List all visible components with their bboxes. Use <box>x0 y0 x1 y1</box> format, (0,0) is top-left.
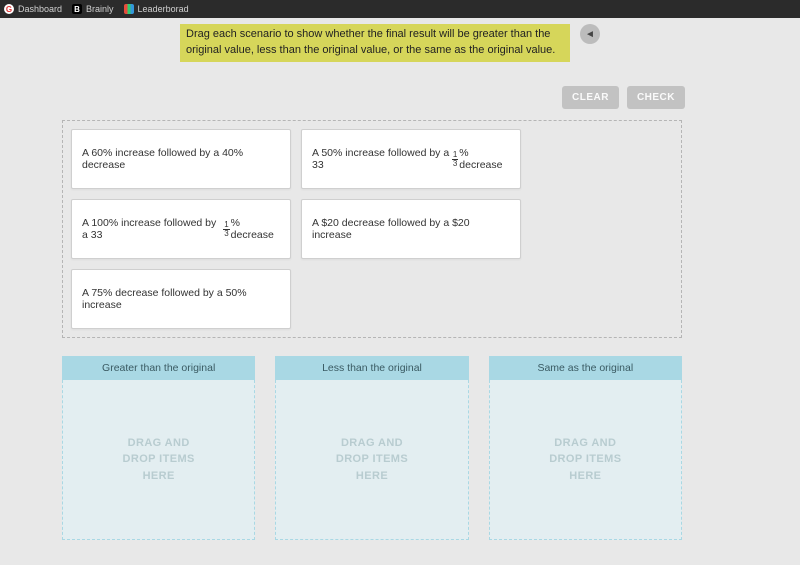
scenario-card[interactable]: A 60% increase followed by a 40% decreas… <box>71 129 291 189</box>
drop-zone-greater[interactable]: DRAG ANDDROP ITEMSHERE <box>62 380 255 540</box>
scenario-card[interactable]: A 75% decrease followed by a 50% increas… <box>71 269 291 329</box>
instructions-wrap: Drag each scenario to show whether the f… <box>180 24 570 62</box>
bookmark-brainly[interactable]: B Brainly <box>72 4 114 14</box>
b-icon: B <box>72 4 82 14</box>
bookmark-dashboard[interactable]: G Dashboard <box>4 4 62 14</box>
drop-zone-less[interactable]: DRAG ANDDROP ITEMSHERE <box>275 380 468 540</box>
clear-button[interactable]: CLEAR <box>562 86 619 109</box>
drop-column-same: Same as the original DRAG ANDDROP ITEMSH… <box>489 356 682 540</box>
scenario-card[interactable]: A 50% increase followed by a 3313% decre… <box>301 129 521 189</box>
audio-button[interactable]: ◄ <box>580 24 600 44</box>
drop-placeholder: DRAG ANDDROP ITEMSHERE <box>123 435 195 485</box>
drop-placeholder: DRAG ANDDROP ITEMSHERE <box>336 435 408 485</box>
audio-icon: ◄ <box>585 29 595 40</box>
bookmark-label: Dashboard <box>18 4 62 14</box>
controls: CLEAR CHECK <box>562 86 685 109</box>
drop-column-greater: Greater than the original DRAG ANDDROP I… <box>62 356 255 540</box>
bookmark-label: Brainly <box>86 4 114 14</box>
scenario-card[interactable]: A $20 decrease followed by a $20 increas… <box>301 199 521 259</box>
drop-header: Less than the original <box>275 356 468 380</box>
bookmark-label: Leaderborad <box>138 4 189 14</box>
stage: Drag each scenario to show whether the f… <box>0 18 800 565</box>
drop-column-less: Less than the original DRAG ANDDROP ITEM… <box>275 356 468 540</box>
instructions-text: Drag each scenario to show whether the f… <box>180 24 570 62</box>
g-icon: G <box>4 4 14 14</box>
drop-zone-same[interactable]: DRAG ANDDROP ITEMSHERE <box>489 380 682 540</box>
drop-header: Greater than the original <box>62 356 255 380</box>
scenario-card[interactable]: A 100% increase followed by a 3313% decr… <box>71 199 291 259</box>
scenario-pool: A 60% increase followed by a 40% decreas… <box>62 120 682 338</box>
drop-placeholder: DRAG ANDDROP ITEMSHERE <box>549 435 621 485</box>
scenario-cards: A 60% increase followed by a 40% decreas… <box>71 129 673 329</box>
bookmark-bar: G Dashboard B Brainly Leaderborad <box>0 0 800 18</box>
drop-zones-row: Greater than the original DRAG ANDDROP I… <box>62 356 682 540</box>
bookmark-leaderboard[interactable]: Leaderborad <box>124 4 189 14</box>
drop-header: Same as the original <box>489 356 682 380</box>
lb-icon <box>124 4 134 14</box>
check-button[interactable]: CHECK <box>627 86 685 109</box>
